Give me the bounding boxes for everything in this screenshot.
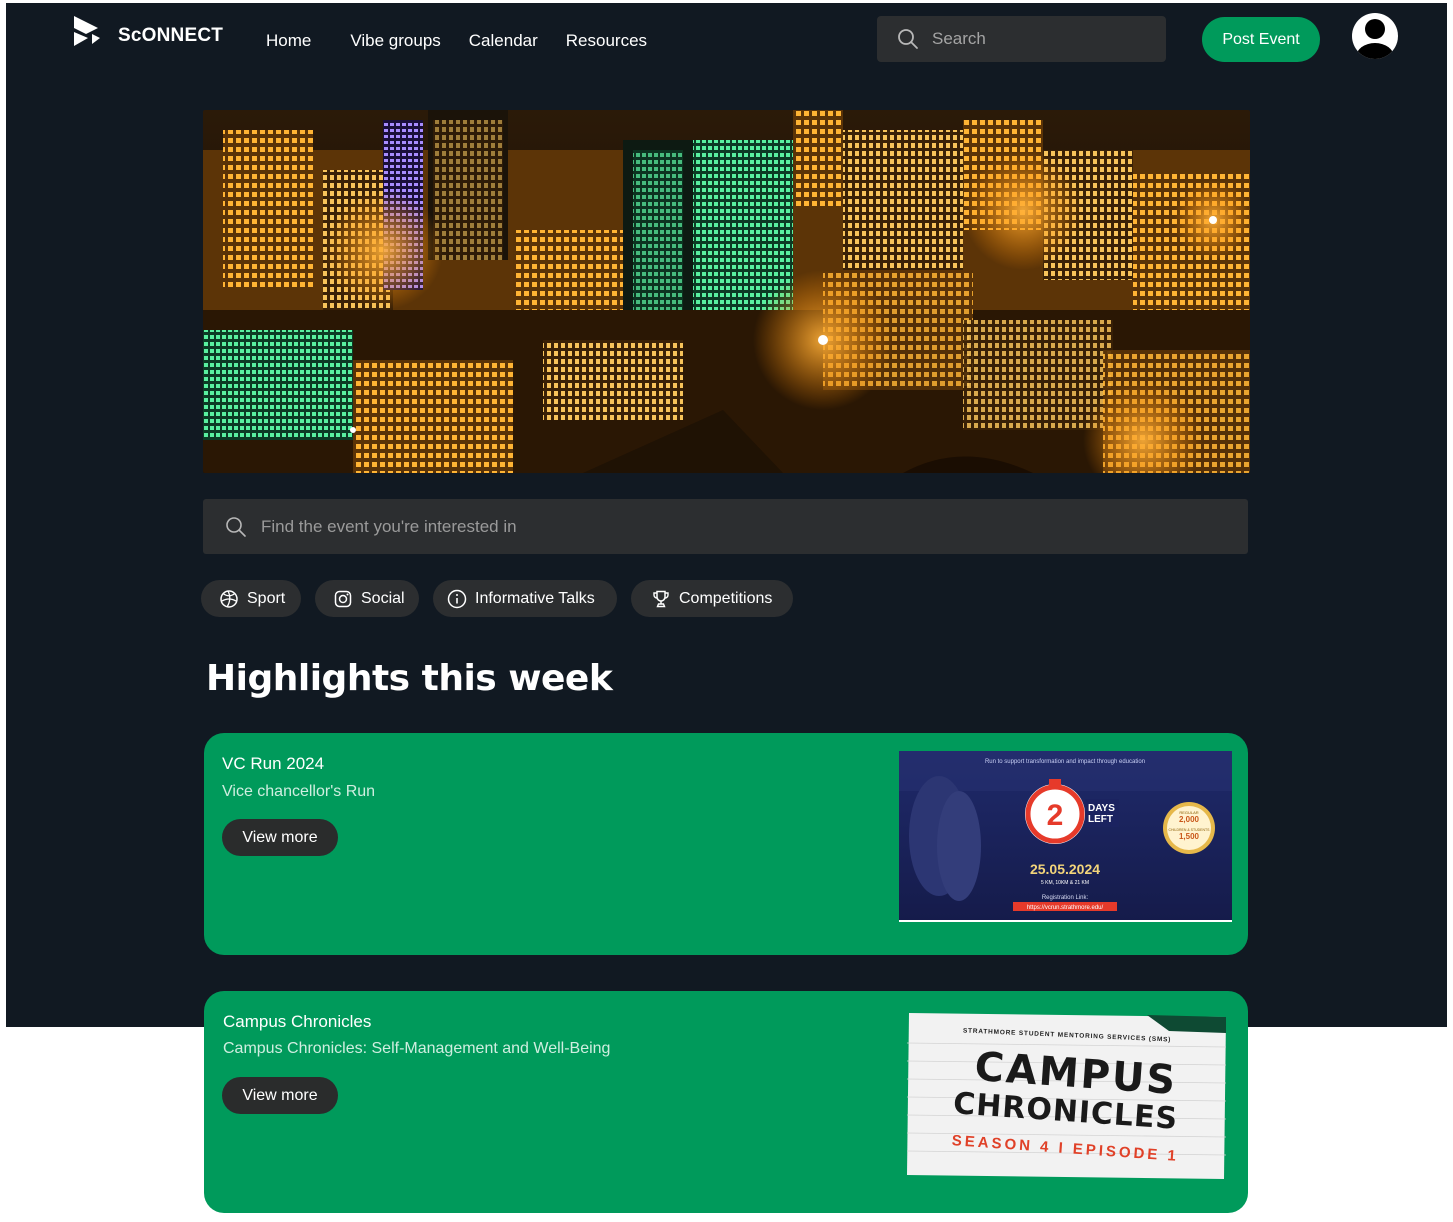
top-search-input[interactable] [932, 29, 1132, 49]
trophy-icon [653, 590, 669, 607]
hero-city-image [203, 110, 1250, 473]
top-navbar: ScONNECT Home Vibe groups Calendar Resou… [6, 3, 1447, 83]
user-avatar-icon[interactable] [1352, 13, 1398, 59]
category-label: Sport [247, 589, 286, 607]
category-chip-social[interactable]: Social [315, 580, 419, 617]
logo-icon [74, 16, 100, 46]
event-card[interactable]: Campus Chronicles Campus Chronicles: Sel… [204, 991, 1248, 1213]
vc-run-poster: Run to support transformation and impact… [899, 751, 1232, 922]
category-label: Informative Talks [475, 589, 595, 607]
brand-name: ScONNECT [118, 25, 224, 46]
event-search-box [203, 499, 1248, 554]
category-chip-sport[interactable]: Sport [201, 580, 301, 617]
event-card[interactable]: VC Run 2024 Vice chancellor's Run View m… [204, 733, 1248, 955]
poster-date: 25.05.2024 [1030, 861, 1100, 877]
view-more-button[interactable]: View more [222, 819, 338, 856]
event-poster-image: STRATHMORE STUDENT MENTORING SERVICES (S… [907, 1013, 1226, 1179]
category-chip-competitions[interactable]: Competitions [631, 580, 793, 617]
info-icon [447, 589, 467, 608]
campus-chronicles-poster: STRATHMORE STUDENT MENTORING SERVICES (S… [907, 1013, 1226, 1179]
poster-left-label: LEFT [1088, 814, 1113, 825]
event-title: VC Run 2024 [222, 754, 325, 773]
event-search-input[interactable] [261, 516, 1061, 537]
section-title: Highlights this week [206, 658, 613, 699]
poster-tagline: Run to support transformation and impact… [985, 759, 1145, 765]
event-poster-image: Run to support transformation and impact… [899, 751, 1232, 922]
nav-home[interactable]: Home [266, 31, 311, 51]
search-icon [226, 516, 246, 537]
poster-registration-label: Registration Link: [1042, 895, 1089, 901]
category-label: Competitions [679, 589, 773, 607]
nav-resources[interactable]: Resources [566, 31, 647, 51]
basketball-icon [220, 589, 238, 608]
brand[interactable]: ScONNECT [72, 14, 223, 50]
view-more-button[interactable]: View more [222, 1077, 338, 1114]
poster-price-regular: 2,000 [1179, 815, 1200, 824]
main-nav: Home Vibe groups Calendar Resources [266, 31, 647, 51]
instagram-icon [334, 590, 352, 607]
city-night-illustration [203, 110, 1250, 473]
top-search-box [877, 16, 1166, 62]
poster-registration-url: https://vcrun.strathmore.edu/ [1027, 905, 1104, 911]
category-filters: Sport Social Informative Talks Competiti… [0, 580, 1453, 617]
post-event-button[interactable]: Post Event [1202, 17, 1320, 62]
event-subtitle: Vice chancellor's Run [222, 783, 376, 800]
poster-distances: 5 KM, 10KM & 21 KM [1041, 880, 1089, 886]
category-label: Social [361, 589, 405, 607]
poster-price-student: 1,500 [1179, 832, 1200, 841]
search-icon [898, 29, 918, 49]
event-subtitle: Campus Chronicles: Self-Management and W… [223, 1040, 611, 1057]
category-chip-informative-talks[interactable]: Informative Talks [433, 580, 617, 617]
nav-calendar[interactable]: Calendar [469, 31, 538, 51]
event-title: Campus Chronicles [223, 1012, 372, 1031]
nav-vibe-groups[interactable]: Vibe groups [350, 31, 440, 51]
poster-countdown: 2 [1047, 799, 1064, 832]
poster-days-label: DAYS [1088, 803, 1115, 814]
